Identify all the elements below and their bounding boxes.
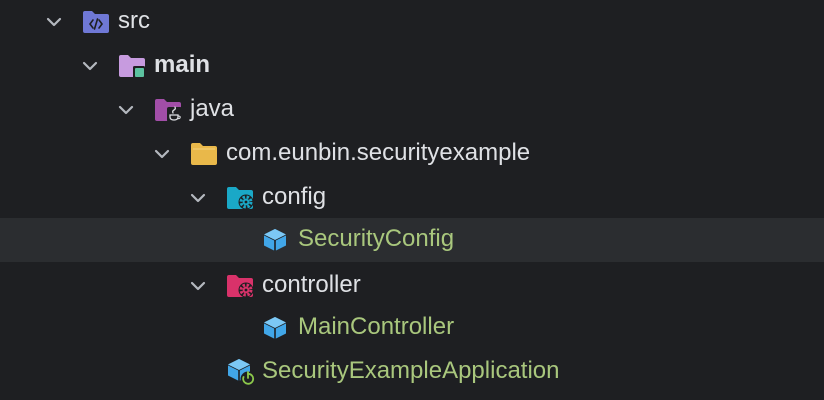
tree-item-securityconfig[interactable]: SecurityConfig: [0, 218, 824, 262]
tree-item-securityexampleapplication[interactable]: SecurityExampleApplication: [0, 352, 824, 396]
tree-item-maincontroller[interactable]: MainController: [0, 308, 824, 352]
tree-item-label: controller: [262, 271, 361, 298]
controller-folder-icon: [227, 275, 254, 298]
tree-item-src[interactable]: src: [0, 0, 824, 44]
tree-item-label: java: [190, 95, 235, 122]
chevron-down-icon[interactable]: [152, 144, 172, 164]
tree-item-java[interactable]: java: [0, 88, 824, 132]
tree-item-label: SecurityExampleApplication: [262, 357, 560, 384]
tree-item-controller[interactable]: controller: [0, 264, 824, 308]
tree-item-label: MainController: [298, 313, 455, 340]
java-source-root-icon: [155, 99, 182, 122]
class-icon: [263, 317, 287, 339]
tree-item-config[interactable]: config: [0, 176, 824, 220]
chevron-down-icon[interactable]: [44, 12, 64, 32]
tree-item-label: SecurityConfig: [298, 225, 455, 252]
chevron-down-icon[interactable]: [188, 188, 208, 208]
package-folder-icon: [191, 143, 217, 165]
class-icon: [263, 229, 287, 251]
chevron-down-icon[interactable]: [116, 100, 136, 120]
spring-boot-application-icon: [227, 359, 256, 387]
tree-item-label: com.eunbin.securityexample: [226, 139, 531, 166]
module-folder-icon: [119, 55, 145, 78]
project-tree: src main java com.eunbin.securityexample…: [0, 0, 824, 400]
chevron-down-icon[interactable]: [80, 56, 100, 76]
tree-item-package[interactable]: com.eunbin.securityexample: [0, 132, 824, 176]
tree-item-label: main: [154, 51, 211, 78]
chevron-down-icon[interactable]: [188, 276, 208, 296]
tree-item-main[interactable]: main: [0, 44, 824, 88]
tree-item-label: config: [262, 183, 327, 210]
source-folder-icon: [83, 11, 109, 33]
tree-item-label: src: [118, 7, 150, 34]
config-folder-icon: [227, 187, 254, 210]
